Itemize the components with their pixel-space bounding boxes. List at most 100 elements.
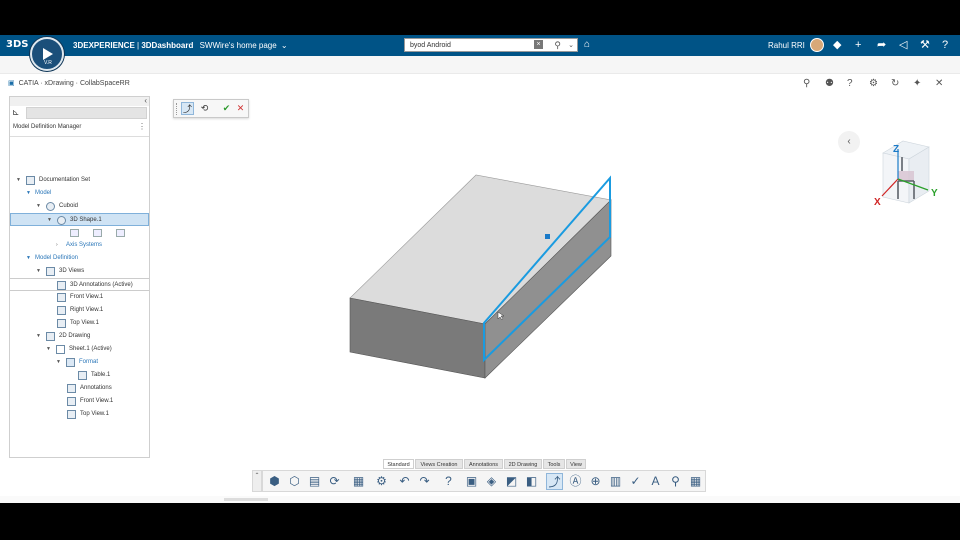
plane-icon[interactable] — [93, 229, 102, 237]
search-icon[interactable]: ⚲ — [554, 39, 561, 52]
dropdown-chevron-icon[interactable]: ⌄ — [281, 41, 288, 50]
tree-item-axis-systems[interactable]: › Axis Systems — [10, 239, 149, 252]
panel-expand-chevron-icon[interactable]: ‹ — [838, 131, 860, 153]
ok-icon[interactable]: ✔ — [220, 102, 233, 115]
undo-icon[interactable]: ↶ — [396, 473, 413, 490]
search-input[interactable]: byod Android × ⚲ ⌄ — [404, 38, 578, 52]
user-name[interactable]: Rahul RRI — [768, 41, 805, 50]
new-icon[interactable]: ⬢ — [266, 473, 283, 490]
expand-icon[interactable]: ▼ — [26, 252, 31, 265]
add-icon[interactable]: + — [855, 38, 861, 52]
iso-view-icon[interactable]: ◈ — [483, 473, 500, 490]
tree-item-label: Annotations — [80, 385, 112, 391]
plane-tool-icon[interactable]: ⤴ — [181, 102, 194, 115]
ds-logo-icon[interactable]: 3DS — [6, 39, 28, 50]
expand-icon[interactable]: ▼ — [36, 330, 41, 343]
properties-icon[interactable]: ▦ — [350, 473, 367, 490]
cancel-icon[interactable]: ✕ — [234, 102, 247, 115]
tree-item-right-view[interactable]: Right View.1 — [10, 304, 149, 317]
font-icon[interactable]: A — [647, 473, 664, 490]
tab-tools[interactable]: Tools — [543, 459, 565, 469]
search-dropdown-icon[interactable]: ⌄ — [568, 39, 574, 52]
panel-filter-input[interactable] — [26, 107, 147, 119]
tree-item-3d-annotations[interactable]: 3D Annotations (Active) — [10, 278, 149, 291]
tree-item-model-definition[interactable]: ▼ Model Definition — [10, 252, 149, 265]
zoom-icon[interactable]: ⚲ — [667, 473, 684, 490]
tree-item-model[interactable]: ▼ Model — [10, 187, 149, 200]
expand-icon[interactable]: ▼ — [56, 356, 61, 369]
help-icon[interactable]: ? — [942, 38, 948, 52]
tree-item-3d-views[interactable]: ▼ 3D Views — [10, 265, 149, 278]
plane-handle[interactable] — [545, 234, 550, 239]
search-icon[interactable]: ⚲ — [803, 78, 810, 90]
select-icon[interactable]: ⤴ — [546, 473, 563, 490]
tag-icon[interactable]: ⌂ — [584, 39, 590, 50]
expand-icon[interactable]: ▼ — [46, 343, 51, 356]
3d-viewer[interactable]: Z X Y — [150, 93, 960, 468]
front-view-icon[interactable]: ▣ — [463, 473, 480, 490]
table-icon[interactable]: ▦ — [687, 473, 704, 490]
open-icon[interactable]: ⬡ — [286, 473, 303, 490]
orientation-cube[interactable] — [881, 140, 930, 204]
tree-item-format[interactable]: ▼ Format — [10, 356, 149, 369]
expand-icon[interactable]: ▼ — [16, 174, 21, 187]
scroll-indicator[interactable] — [224, 498, 268, 501]
panel-menu-icon[interactable]: ⋮ — [138, 122, 146, 131]
settings-icon[interactable]: ⚙ — [869, 78, 878, 90]
user-icon[interactable]: ⚉ — [825, 78, 834, 90]
text-icon[interactable]: Ⓐ — [567, 473, 584, 490]
close-icon[interactable]: ✕ — [935, 78, 943, 90]
tab-2d-drawing[interactable]: 2D Drawing — [504, 459, 542, 469]
tree-item-drawing-top-view[interactable]: Top View.1 — [10, 408, 149, 421]
tree-item-drawing-front-view[interactable]: Front View.1 — [10, 395, 149, 408]
help-icon[interactable]: ? — [440, 473, 457, 490]
compass-icon[interactable]: V.R — [30, 37, 64, 71]
expand-icon[interactable]: › — [56, 239, 58, 252]
refresh-icon[interactable]: ⟳ — [326, 473, 343, 490]
plane-icon[interactable] — [70, 229, 79, 237]
tab-annotations[interactable]: Annotations — [464, 459, 503, 469]
dashboard-name[interactable]: SWWire's home page — [200, 41, 277, 50]
tree-tool-icon[interactable]: ⊾ — [12, 107, 24, 119]
tree-item-label: Format — [79, 359, 99, 365]
avatar[interactable] — [810, 38, 824, 52]
share-icon[interactable]: ➦ — [877, 38, 886, 52]
collapse-icon[interactable]: ‹ — [144, 96, 147, 105]
plane-icon[interactable] — [116, 229, 125, 237]
toolbar-grip[interactable] — [176, 103, 178, 115]
save-icon[interactable]: ▤ — [306, 473, 323, 490]
tab-views-creation[interactable]: Views Creation — [415, 459, 463, 469]
tree-item-cuboid[interactable]: ▼ Cuboid — [10, 200, 149, 213]
tree-item-2d-drawing[interactable]: ▼ 2D Drawing — [10, 330, 149, 343]
tree-item-3d-shape[interactable]: ▼ 3D Shape.1 — [10, 213, 149, 226]
dimension-icon[interactable]: ▥ — [607, 473, 624, 490]
notification-icon[interactable]: ◆ — [833, 38, 841, 52]
magnify-icon[interactable]: ⊕ — [587, 473, 604, 490]
expand-icon[interactable]: ▼ — [36, 265, 41, 278]
tree-item-documentation-set[interactable]: ▼ Documentation Set — [10, 174, 149, 187]
expand-icon[interactable]: ▼ — [26, 187, 31, 200]
redo-icon[interactable]: ↷ — [416, 473, 433, 490]
detail-view-icon[interactable]: ◧ — [523, 473, 540, 490]
annotations-icon — [57, 281, 66, 290]
settings-icon[interactable]: ⚙ — [373, 473, 390, 490]
search-clear-icon[interactable]: × — [534, 40, 543, 49]
refresh-icon[interactable]: ↻ — [891, 78, 899, 90]
tree-item-annotations[interactable]: Annotations — [10, 382, 149, 395]
tree-item-top-view[interactable]: Top View.1 — [10, 317, 149, 330]
expand-icon[interactable]: ▼ — [36, 200, 41, 213]
section-view-icon[interactable]: ◩ — [503, 473, 520, 490]
tree-item-front-view[interactable]: Front View.1 — [10, 291, 149, 304]
network-icon[interactable]: ◁ — [899, 38, 907, 52]
tools-icon[interactable]: ⚒ — [920, 38, 930, 52]
sketch-tool-icon[interactable]: ⟲ — [198, 102, 211, 115]
help-icon[interactable]: ? — [847, 78, 853, 90]
tab-standard[interactable]: Standard — [383, 459, 414, 469]
app-window: 3DS 3DEXPERIENCE | 3DDashboard SWWire's … — [0, 35, 960, 503]
tab-view[interactable]: View — [566, 459, 586, 469]
check-icon[interactable]: ✓ — [627, 473, 644, 490]
tree-item-table[interactable]: Table.1 — [10, 369, 149, 382]
tree-item-sheet[interactable]: ▼ Sheet.1 (Active) — [10, 343, 149, 356]
toolbar-expand-icon[interactable]: ⌃ — [252, 470, 262, 492]
pin-icon[interactable]: ✦ — [913, 78, 921, 90]
